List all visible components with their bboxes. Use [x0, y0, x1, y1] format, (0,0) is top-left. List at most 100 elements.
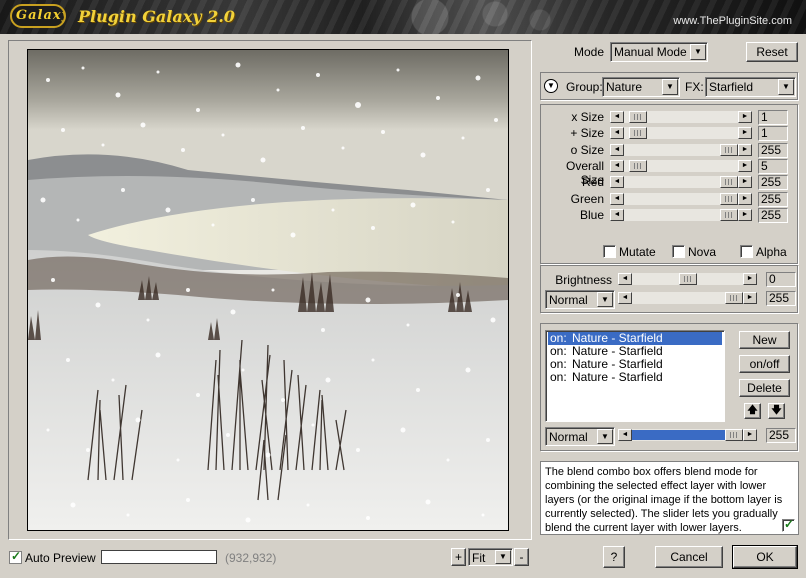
slider-fill: [632, 430, 725, 440]
layer-blend-mode-value: Normal: [549, 430, 588, 444]
param-value[interactable]: 1: [758, 126, 788, 142]
brightness-value[interactable]: 0: [766, 272, 796, 287]
effect-blend-slider[interactable]: ◄ ►: [618, 292, 757, 304]
site-url: www.ThePluginSite.com: [673, 15, 792, 27]
collapse-circle-icon[interactable]: ▼: [544, 79, 558, 93]
slider-thumb[interactable]: [629, 111, 647, 123]
slider-right-arrow-icon[interactable]: ►: [738, 208, 752, 221]
effect-blend-mode-select[interactable]: Normal ▼: [545, 290, 615, 309]
alpha-label: Alpha: [756, 245, 787, 259]
effect-blend-value[interactable]: 255: [766, 291, 796, 306]
nova-checkbox[interactable]: [672, 245, 685, 258]
slider-right-arrow-icon[interactable]: ►: [743, 429, 757, 441]
param-label: Blue: [579, 207, 604, 222]
mutate-label: Mutate: [619, 245, 656, 259]
slider-right-arrow-icon[interactable]: ►: [738, 159, 752, 172]
cancel-button[interactable]: Cancel: [655, 546, 723, 568]
toggle-layer-button[interactable]: on/off: [739, 355, 790, 373]
layer-blend-slider[interactable]: ◄ ►: [618, 429, 757, 441]
chevron-down-icon: ▼: [597, 429, 613, 444]
slider-left-arrow-icon[interactable]: ◄: [610, 111, 624, 123]
delete-layer-button[interactable]: Delete: [739, 379, 790, 397]
param-value[interactable]: 255: [758, 207, 788, 223]
slider-right-arrow-icon[interactable]: ►: [738, 143, 752, 156]
chevron-down-icon: ▼: [597, 292, 613, 307]
layer-item[interactable]: on: Nature - Starfield: [548, 371, 722, 384]
ok-button[interactable]: OK: [732, 545, 798, 569]
auto-preview-label: Auto Preview: [25, 551, 96, 565]
param-value[interactable]: 1: [758, 110, 788, 125]
slider-thumb[interactable]: [720, 176, 738, 189]
group-value: Nature: [606, 80, 643, 94]
slider-thumb[interactable]: [720, 192, 738, 205]
brightness-slider[interactable]: ◄ ►: [618, 273, 757, 285]
param-slider[interactable]: ◄ ►: [610, 176, 752, 189]
slider-right-arrow-icon[interactable]: ►: [738, 111, 752, 123]
layer-list[interactable]: on: Nature - Starfield on: Nature - Starfie…: [545, 330, 725, 422]
param-slider[interactable]: ◄ ►: [610, 127, 752, 140]
param-label: Green: [570, 191, 604, 206]
slider-left-arrow-icon[interactable]: ◄: [618, 292, 632, 304]
slider-thumb[interactable]: [725, 292, 743, 304]
mode-select[interactable]: Manual Mode ▼: [610, 42, 708, 62]
preview-image[interactable]: [27, 49, 509, 531]
slider-left-arrow-icon[interactable]: ◄: [610, 127, 624, 140]
galaxy-logo: Galaxy: [10, 4, 66, 28]
slider-left-arrow-icon[interactable]: ◄: [610, 176, 624, 189]
slider-thumb[interactable]: [725, 429, 743, 441]
move-up-arrow-icon[interactable]: 🡅: [744, 403, 761, 419]
param-slider[interactable]: ◄ ►: [610, 192, 752, 205]
param-value[interactable]: 255: [758, 175, 788, 191]
layer-state: on:: [550, 370, 567, 384]
group-select[interactable]: Nature ▼: [602, 77, 680, 97]
zoom-select[interactable]: Fit ▼: [468, 548, 513, 566]
nova-label: Nova: [688, 245, 717, 259]
fx-select[interactable]: Starfield ▼: [705, 77, 796, 97]
slider-right-arrow-icon[interactable]: ►: [738, 127, 752, 140]
param-value[interactable]: 5: [758, 158, 788, 174]
param-slider[interactable]: ◄ ►: [610, 159, 752, 172]
param-value[interactable]: 255: [758, 191, 788, 207]
group-label: Group:: [566, 80, 603, 94]
mode-value: Manual Mode: [614, 45, 687, 59]
slider-left-arrow-icon[interactable]: ◄: [618, 273, 632, 285]
zoom-in-button[interactable]: +: [451, 548, 466, 566]
layer-blend-mode-select[interactable]: Normal ▼: [545, 427, 615, 446]
chevron-down-icon: ▼: [778, 79, 794, 95]
slider-left-arrow-icon[interactable]: ◄: [610, 159, 624, 172]
slider-thumb[interactable]: [720, 143, 738, 156]
param-slider[interactable]: ◄ ►: [610, 111, 752, 123]
slider-right-arrow-icon[interactable]: ►: [738, 192, 752, 205]
param-slider[interactable]: ◄ ►: [610, 208, 752, 221]
slider-right-arrow-icon[interactable]: ►: [738, 176, 752, 189]
auto-preview-checkbox[interactable]: [9, 549, 22, 564]
snow-landscape-image: [28, 50, 508, 530]
progress-bar: [101, 550, 217, 564]
new-layer-button[interactable]: New: [739, 331, 790, 349]
slider-left-arrow-icon[interactable]: ◄: [610, 192, 624, 205]
param-slider[interactable]: ◄ ►: [610, 143, 752, 156]
layer-name: Nature - Starfield: [572, 370, 663, 384]
help-checkbox[interactable]: [782, 517, 795, 532]
param-label: Red: [581, 175, 604, 190]
slider-right-arrow-icon[interactable]: ►: [743, 292, 757, 304]
slider-thumb[interactable]: [629, 127, 647, 140]
slider-left-arrow-icon[interactable]: ◄: [618, 429, 632, 441]
zoom-out-button[interactable]: -: [514, 548, 529, 566]
reset-button[interactable]: Reset: [746, 42, 798, 62]
layer-blend-value[interactable]: 255: [766, 428, 796, 443]
logo-text: Galaxy: [16, 8, 66, 23]
slider-right-arrow-icon[interactable]: ►: [743, 273, 757, 285]
move-down-arrow-icon[interactable]: 🡇: [768, 403, 785, 419]
param-value[interactable]: 255: [758, 142, 788, 158]
slider-thumb[interactable]: [679, 273, 697, 285]
slider-left-arrow-icon[interactable]: ◄: [610, 143, 624, 156]
chevron-down-icon: ▼: [690, 44, 706, 60]
alpha-checkbox[interactable]: [740, 245, 753, 258]
slider-left-arrow-icon[interactable]: ◄: [610, 208, 624, 221]
help-button[interactable]: ?: [603, 546, 625, 568]
slider-thumb[interactable]: [720, 208, 738, 221]
app-title: Plugin Galaxy 2.0: [78, 7, 235, 26]
slider-thumb[interactable]: [629, 159, 647, 172]
mutate-checkbox[interactable]: [603, 245, 616, 258]
